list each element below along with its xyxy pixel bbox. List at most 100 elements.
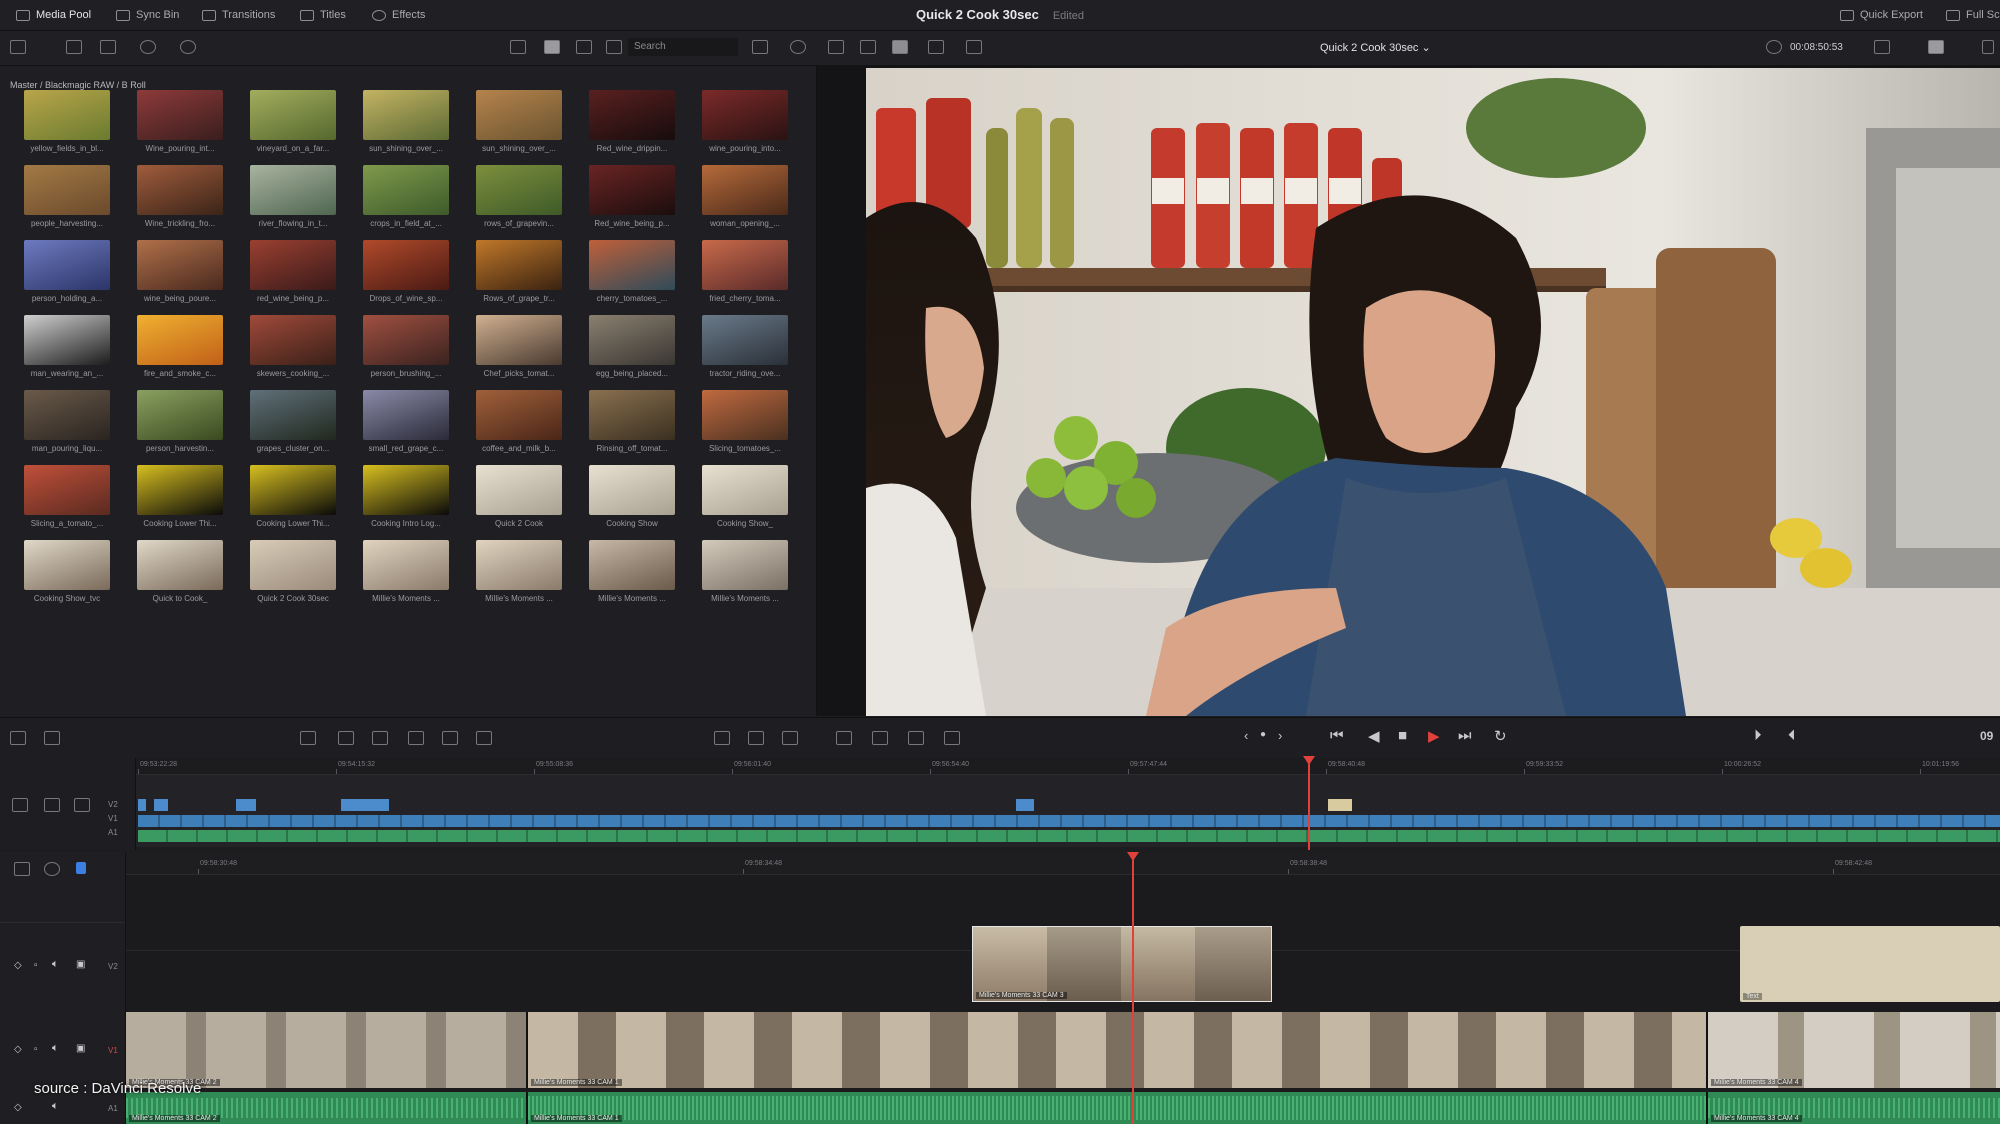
viewer-overlay-icon[interactable] (1928, 40, 1944, 54)
timeline-view-icon[interactable] (908, 731, 924, 745)
filmstrip-view-icon[interactable] (576, 40, 592, 54)
go-to-end-icon[interactable]: ⏭ (1458, 727, 1472, 744)
viewer-mode-2-icon[interactable] (860, 40, 876, 54)
v1-clip-cam1[interactable]: Millie's Moments 33 CAM 1 (528, 1012, 1708, 1088)
clip-thumbnail[interactable] (24, 240, 110, 290)
jog-dot-icon[interactable]: ● (1260, 729, 1266, 740)
clip-thumbnail[interactable] (702, 315, 788, 365)
jog-left-icon[interactable]: ‹ (1244, 728, 1248, 743)
clip-thumbnail[interactable] (702, 165, 788, 215)
sort-icon[interactable] (752, 40, 768, 54)
clip-thumbnail[interactable] (589, 90, 675, 140)
clip-thumbnail[interactable] (250, 540, 336, 590)
append-icon[interactable] (338, 731, 354, 745)
place-on-top-icon[interactable] (442, 731, 458, 745)
a1-clip-cam4[interactable]: Millie's Moments 33 CAM 4 (1708, 1092, 2000, 1124)
track-settings-icon[interactable] (44, 862, 60, 876)
clip-thumbnail[interactable] (476, 540, 562, 590)
timeline-options-icon[interactable] (10, 731, 26, 745)
snapping-icon[interactable] (76, 862, 86, 874)
v2-audio-icon[interactable]: 🔈︎ (52, 958, 59, 971)
viewer-layout-icon[interactable] (1874, 40, 1890, 54)
smooth-cut-icon[interactable] (782, 731, 798, 745)
v1-lock-icon[interactable]: ◇ (14, 1044, 22, 1055)
ripple-overwrite-icon[interactable] (372, 731, 388, 745)
title-clip[interactable] (1328, 799, 1352, 811)
import-icon[interactable] (66, 40, 82, 54)
stop-icon[interactable]: ■ (1398, 727, 1407, 744)
clip-thumbnail[interactable] (24, 540, 110, 590)
panel-toggle-icon[interactable] (10, 40, 26, 54)
fullscreen-button[interactable]: Full Sc (1946, 0, 2000, 30)
viewer-mode-4-icon[interactable] (928, 40, 944, 54)
lower-playhead-cap[interactable] (1127, 852, 1139, 861)
upper-timeline-tracks[interactable] (136, 775, 2000, 847)
loop-icon[interactable]: ↻ (1494, 727, 1507, 745)
audio-options-icon[interactable] (44, 731, 60, 745)
mixer-icon[interactable] (836, 731, 852, 745)
lower-playhead[interactable] (1132, 852, 1134, 1124)
v2-video-icon[interactable]: ▣ (76, 959, 85, 970)
clip-thumbnail[interactable] (702, 240, 788, 290)
clip-thumbnail[interactable] (476, 90, 562, 140)
clip-thumbnail[interactable] (137, 540, 223, 590)
refresh-icon[interactable] (790, 40, 806, 54)
lower-timeline-ruler[interactable]: 09:58:30:48 09:58:34:48 09:58:38:48 09:58:4… (126, 852, 2000, 875)
clip-thumbnail[interactable] (589, 540, 675, 590)
clip-thumbnail[interactable] (250, 90, 336, 140)
clip-thumbnail[interactable] (589, 390, 675, 440)
clip-thumbnail[interactable] (363, 165, 449, 215)
clip-thumbnail[interactable] (24, 465, 110, 515)
v2-title-clip[interactable]: Text (1740, 926, 2000, 1002)
video-clip[interactable] (154, 799, 168, 811)
clip-thumbnail[interactable] (702, 90, 788, 140)
a1-track-clips[interactable] (138, 830, 2000, 842)
v1-video-icon[interactable]: ▣ (76, 1043, 85, 1054)
viewer-mode-1-icon[interactable] (828, 40, 844, 54)
clip-thumbnail[interactable] (363, 240, 449, 290)
jog-right-icon[interactable]: › (1278, 728, 1282, 743)
link-icon[interactable] (180, 40, 196, 54)
relink-icon[interactable] (140, 40, 156, 54)
clip-thumbnail[interactable] (476, 240, 562, 290)
list-view-icon[interactable] (606, 40, 622, 54)
clip-thumbnail[interactable] (363, 390, 449, 440)
v1-clip-cam2[interactable]: Millie's Moments 33 CAM 2 (126, 1012, 528, 1088)
viewer-frame[interactable] (866, 68, 2000, 716)
v1-clip-cam4[interactable]: Millie's Moments 33 CAM 4 (1708, 1012, 2000, 1088)
clip-thumbnail[interactable] (24, 90, 110, 140)
video-clip[interactable] (341, 799, 389, 811)
clip-thumbnail[interactable] (363, 465, 449, 515)
video-clip[interactable] (1016, 799, 1034, 811)
a1-clip-cam1[interactable]: Millie's Moments 33 CAM 1 (528, 1092, 1708, 1124)
metadata-view-icon[interactable] (510, 40, 526, 54)
clip-thumbnail[interactable] (476, 165, 562, 215)
lower-timeline[interactable]: Millie's Moments 33 CAM 3 Text Millie's … (126, 852, 2000, 1124)
v1-audio-icon[interactable]: 🔈︎ (52, 1042, 59, 1055)
clip-thumbnail[interactable] (589, 465, 675, 515)
track-tool-3-icon[interactable] (74, 798, 90, 812)
play-icon[interactable]: ▶ (1428, 727, 1440, 745)
clip-thumbnail[interactable] (589, 240, 675, 290)
dissolve-icon[interactable] (748, 731, 764, 745)
clip-thumbnail[interactable] (137, 465, 223, 515)
clip-thumbnail[interactable] (589, 315, 675, 365)
clip-thumbnail[interactable] (24, 390, 110, 440)
clip-thumbnail[interactable] (476, 390, 562, 440)
clip-thumbnail[interactable] (137, 90, 223, 140)
track-tool-2-icon[interactable] (44, 798, 60, 812)
video-clip[interactable] (236, 799, 256, 811)
quick-export-button[interactable]: Quick Export (1840, 0, 1923, 30)
clip-thumbnail[interactable] (24, 315, 110, 365)
split-clip-icon[interactable] (714, 731, 730, 745)
clip-thumbnail[interactable] (137, 165, 223, 215)
v1-auto-select-icon[interactable]: ▫ (34, 1044, 38, 1055)
clip-thumbnail[interactable] (250, 165, 336, 215)
prev-edit-icon[interactable]: ⏴ (1788, 727, 1796, 744)
timeline-view-options-icon[interactable] (14, 862, 30, 876)
video-clip[interactable] (138, 799, 146, 811)
v2-video-clip[interactable]: Millie's Moments 33 CAM 3 (972, 926, 1272, 1002)
clip-attributes-icon[interactable] (872, 731, 888, 745)
clip-thumbnail[interactable] (476, 465, 562, 515)
clip-thumbnail[interactable] (702, 540, 788, 590)
